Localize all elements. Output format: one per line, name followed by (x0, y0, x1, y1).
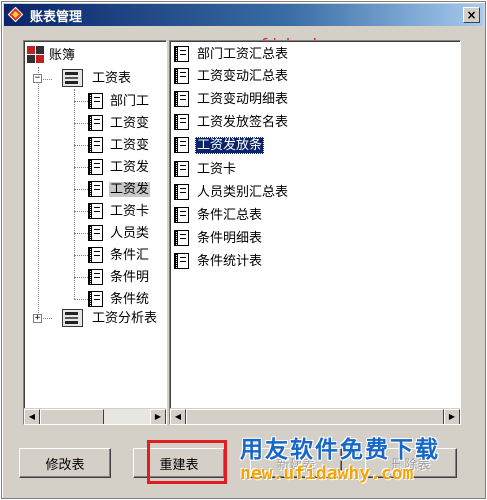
report-icon (88, 201, 106, 221)
app-icon (7, 6, 24, 23)
tree-item[interactable]: 条件明 (88, 267, 150, 287)
list-item[interactable]: 工资发放签名表 (174, 111, 290, 133)
tree-node-root[interactable]: 账簿 (27, 46, 76, 64)
list-item[interactable]: 条件明细表 (174, 227, 264, 249)
modify-table-button[interactable]: 修改表 (19, 448, 111, 478)
list-item-selected[interactable]: 工资发放条 (174, 134, 265, 156)
report-icon (88, 289, 106, 309)
tree-item[interactable]: 人员类 (88, 223, 150, 243)
report-icon (88, 157, 106, 177)
report-icon (88, 245, 106, 265)
report-icon (174, 44, 192, 64)
report-icon (174, 251, 192, 271)
list-horizontal-scrollbar[interactable]: ◀ ▶ (170, 408, 460, 424)
scroll-right-icon[interactable]: ▶ (150, 409, 166, 424)
report-icon (174, 182, 192, 202)
report-icon (88, 223, 106, 243)
report-icon (174, 228, 192, 248)
book-icon (62, 309, 83, 327)
report-icon (88, 267, 106, 287)
tree-item[interactable]: 工资发 (88, 157, 150, 177)
tree-item[interactable]: 部门工 (88, 91, 150, 111)
tree-node-salary[interactable]: 工资表 (62, 69, 132, 87)
report-list[interactable]: 部门工资汇总表 工资变动汇总表 工资变动明细表 工资发放签名表 工资发放条 工资… (169, 40, 461, 425)
tree-item[interactable]: 条件统 (88, 289, 150, 309)
tree-node-analysis[interactable]: 工资分析表 (62, 309, 158, 327)
tree-analysis-label: 工资分析表 (92, 310, 158, 326)
ad-banner-text: 用友软件免费下载 (240, 437, 440, 463)
scroll-right-icon[interactable]: ▶ (444, 409, 460, 424)
list-item[interactable]: 人员类别汇总表 (174, 181, 290, 203)
report-icon (174, 159, 192, 179)
list-item[interactable]: 工资卡 (174, 158, 238, 180)
tree-item[interactable]: 工资变 (88, 135, 150, 155)
tree-horizontal-scrollbar[interactable]: ◀ ▶ (24, 408, 166, 424)
report-icon (174, 205, 192, 225)
ledger-tree[interactable]: 账簿 − 工资表 部门工 工资变 工资变 工资发 工资发 工资卡 人员类 条件汇… (23, 40, 167, 425)
ledger-icon (27, 46, 45, 64)
tree-item-selected[interactable]: 工资发 (88, 179, 151, 199)
scroll-left-icon[interactable]: ◀ (24, 409, 40, 424)
tree-item[interactable]: 工资变 (88, 113, 150, 133)
tree-root-label: 账簿 (49, 47, 76, 63)
report-icon (88, 113, 106, 133)
ad-banner-url: new.ufidawhy.com (240, 463, 414, 484)
report-icon (174, 66, 192, 86)
list-item[interactable]: 条件统计表 (174, 250, 264, 272)
window-title: 账表管理 (30, 9, 83, 25)
report-icon (88, 135, 106, 155)
highlight-annotation (147, 440, 227, 484)
expander-minus-icon[interactable]: − (33, 74, 42, 83)
title-bar: 账表管理 × (4, 4, 483, 26)
scroll-left-icon[interactable]: ◀ (170, 409, 186, 424)
report-icon (174, 112, 192, 132)
scroll-thumb[interactable] (40, 409, 104, 424)
list-item[interactable]: 部门工资汇总表 (174, 43, 290, 65)
list-item[interactable]: 工资变动明细表 (174, 88, 290, 110)
scroll-thumb[interactable] (186, 409, 444, 424)
report-icon (88, 91, 106, 111)
expander-plus-icon[interactable]: + (33, 314, 42, 323)
tree-item[interactable]: 条件汇 (88, 245, 150, 265)
report-icon (174, 135, 192, 155)
list-item[interactable]: 条件汇总表 (174, 204, 264, 226)
report-icon (88, 179, 106, 199)
report-icon (174, 89, 192, 109)
book-icon (62, 69, 83, 87)
close-button[interactable]: × (463, 7, 480, 23)
tree-item[interactable]: 工资卡 (88, 201, 150, 221)
tree-salary-label: 工资表 (92, 70, 132, 86)
list-item[interactable]: 工资变动汇总表 (174, 65, 290, 87)
